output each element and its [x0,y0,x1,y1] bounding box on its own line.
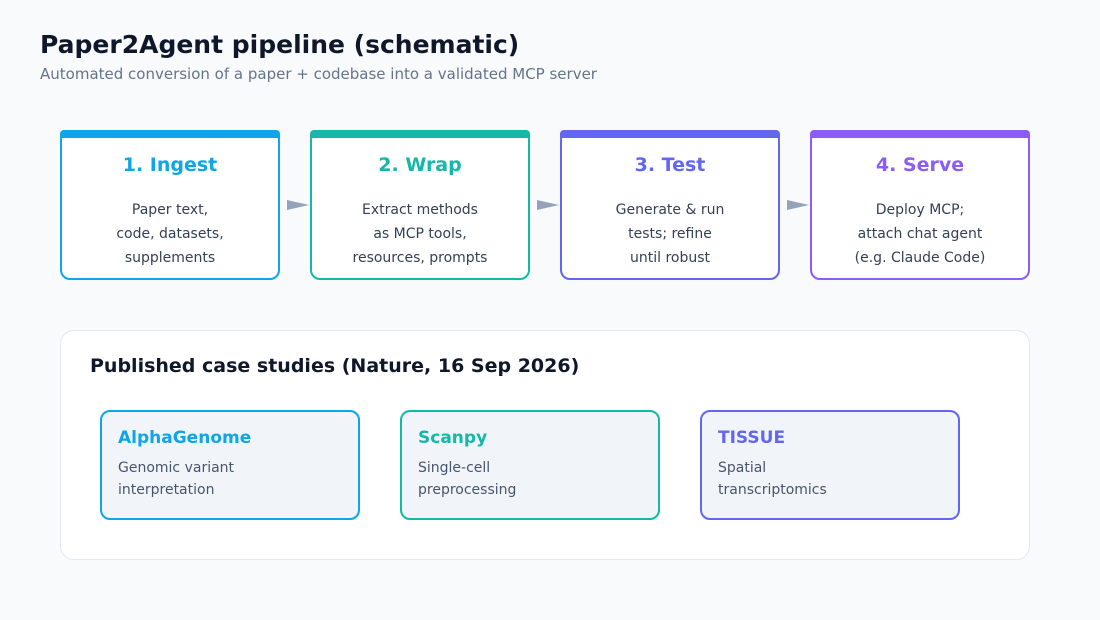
step-accent-bar [810,130,1030,138]
step-description-line: attach chat agent [857,226,983,242]
case-study-description-line: preprocessing [418,482,517,498]
step-description-line: as MCP tools, [373,226,467,242]
step-description-line: resources, prompts [352,250,488,266]
case-study-card-scanpy: Scanpy Single-cell preprocessing [400,410,660,520]
case-study-title: Scanpy [418,428,488,448]
step-accent-bar [560,130,780,138]
arrow-right-icon [537,200,559,210]
case-study-description-line: Genomic variant [118,460,235,476]
case-study-card-alphagenome: AlphaGenome Genomic variant interpretati… [100,410,360,520]
step-title: 3. Test [634,154,706,176]
step-description: Paper text, code, datasets, supplements [62,198,278,270]
step-title: 1. Ingest [122,154,218,176]
case-study-description: Spatial transcriptomics [718,457,827,501]
step-description: Deploy MCP; attach chat agent (e.g. Clau… [812,198,1028,270]
step-description-line: (e.g. Claude Code) [854,250,986,266]
step-title: 2. Wrap [378,154,462,176]
step-description-line: Generate & run [615,202,725,218]
case-study-description-line: interpretation [118,482,215,498]
case-study-description: Genomic variant interpretation [118,457,234,501]
step-ingest: 1. Ingest Paper text, code, datasets, su… [60,130,280,280]
step-description: Extract methods as MCP tools, resources,… [312,198,528,270]
case-study-card-tissue: TISSUE Spatial transcriptomics [700,410,960,520]
step-description-line: supplements [124,250,216,266]
step-serve: 4. Serve Deploy MCP; attach chat agent (… [810,130,1030,280]
page-title: Paper2Agent pipeline (schematic) [40,30,520,59]
arrow-right-icon [787,200,809,210]
case-study-description-line: Spatial [718,460,767,476]
step-description: Generate & run tests; refine until robus… [562,198,778,270]
case-study-description: Single-cell preprocessing [418,457,516,501]
step-wrap: 2. Wrap Extract methods as MCP tools, re… [310,130,530,280]
case-study-title: TISSUE [718,428,786,448]
step-test: 3. Test Generate & run tests; refine unt… [560,130,780,280]
step-description-line: tests; refine [628,226,712,242]
arrow-right-icon [287,200,309,210]
case-studies-title: Published case studies (Nature, 16 Sep 2… [90,355,580,377]
case-study-description-line: transcriptomics [718,482,827,498]
step-description-line: code, datasets, [116,226,224,242]
step-description-line: Extract methods [362,202,478,218]
case-study-title: AlphaGenome [118,428,252,448]
step-accent-bar [310,130,530,138]
step-accent-bar [60,130,280,138]
step-title: 4. Serve [875,154,965,176]
case-study-description-line: Single-cell [418,460,491,476]
page-subtitle: Automated conversion of a paper + codeba… [40,65,597,83]
step-description-line: Deploy MCP; [875,202,965,218]
step-description-line: Paper text, [131,202,209,218]
step-description-line: until robust [629,250,711,266]
